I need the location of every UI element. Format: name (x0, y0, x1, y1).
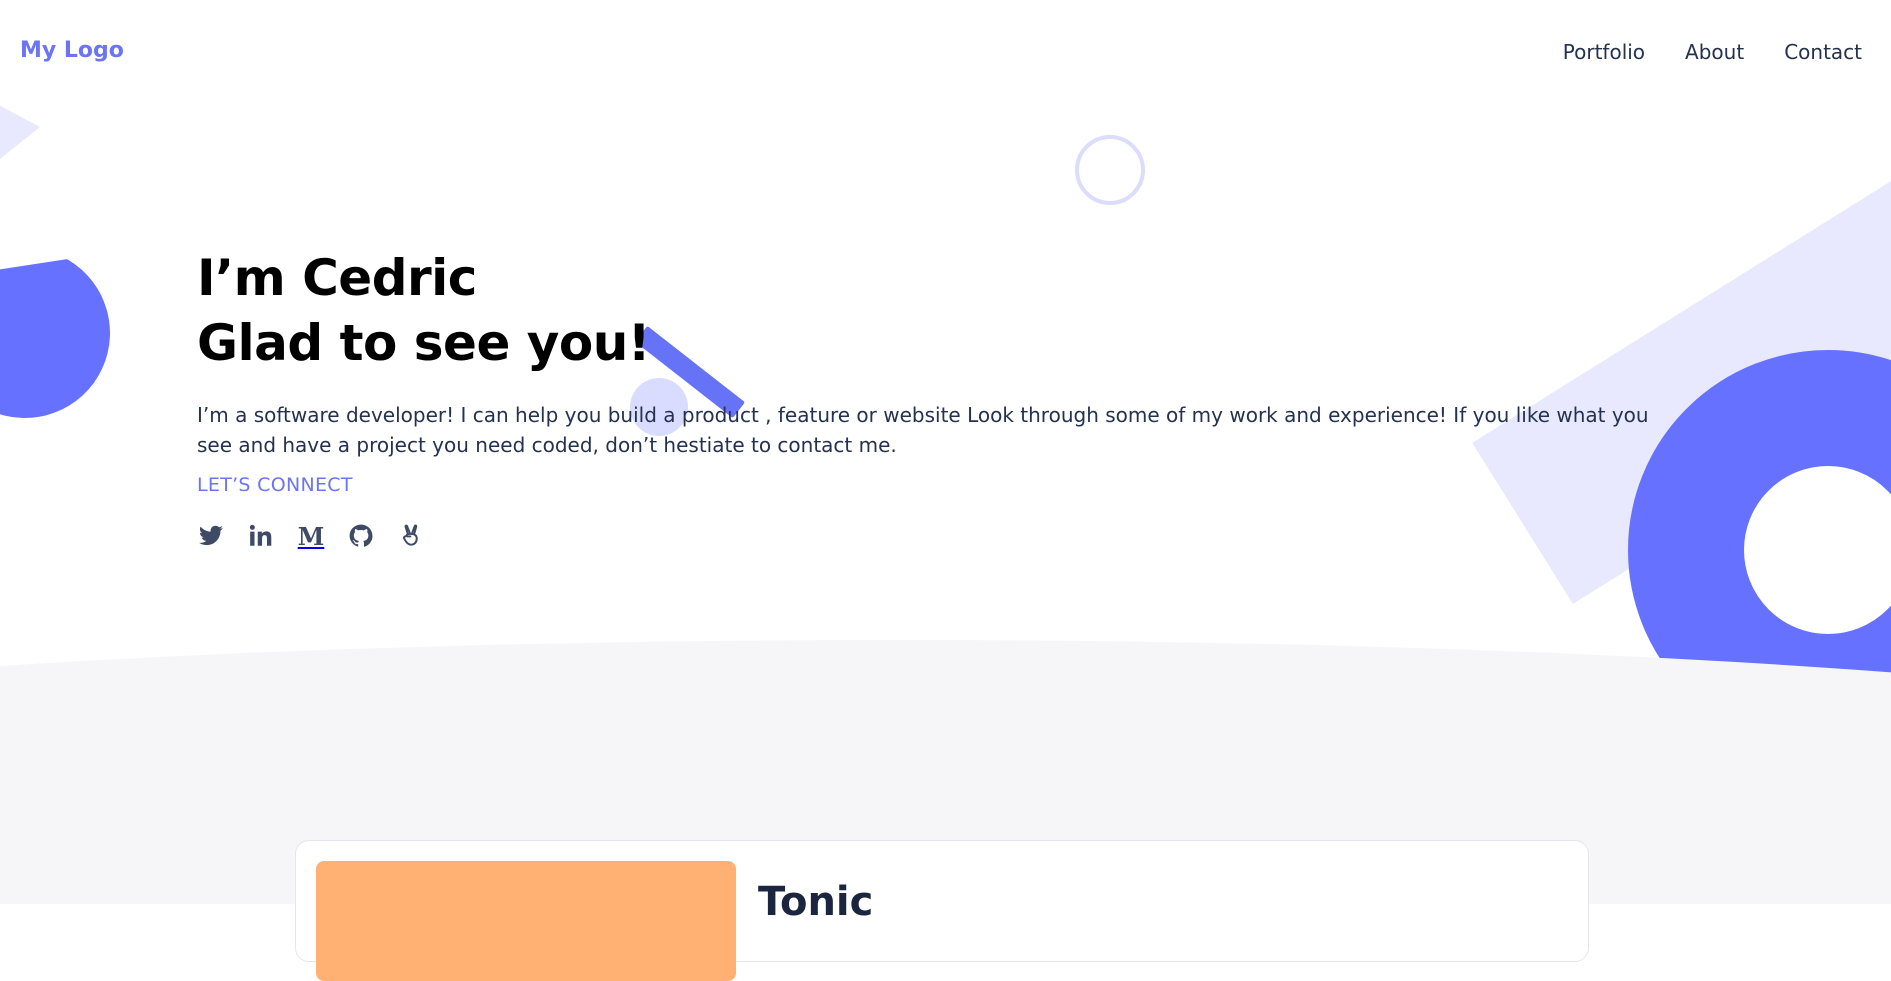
nav-portfolio[interactable]: Portfolio (1563, 40, 1645, 64)
project-card[interactable]: Tonic (295, 840, 1589, 981)
decorative-small-ring (1075, 135, 1145, 205)
headline-line-1: I’m Cedric (197, 249, 477, 307)
nav-contact[interactable]: Contact (1784, 40, 1862, 64)
top-navbar: My Logo Portfolio About Contact (0, 0, 1891, 106)
hero-intro: I’m a software developer! I can help you… (197, 403, 1649, 457)
section-curve (0, 640, 1891, 696)
linkedin-icon[interactable] (247, 522, 275, 550)
medium-glyph: M (297, 521, 325, 551)
project-thumbnail (316, 861, 736, 981)
hero-headline: I’m Cedric Glad to see you! (197, 246, 1687, 376)
social-links: M (197, 521, 1687, 551)
decorative-half-circle (0, 224, 134, 442)
github-icon[interactable] (347, 522, 375, 550)
medium-icon[interactable]: M (297, 521, 325, 551)
decorative-triangle (0, 95, 40, 175)
nav-about[interactable]: About (1685, 40, 1744, 64)
twitter-icon[interactable] (197, 522, 225, 550)
site-logo[interactable]: My Logo (20, 38, 124, 63)
headline-line-2: Glad to see you! (197, 314, 651, 372)
project-title: Tonic (758, 879, 874, 925)
nav-links: Portfolio About Contact (1563, 40, 1862, 64)
hero-content: I’m Cedric Glad to see you! I’m a softwa… (197, 246, 1687, 551)
lets-connect-link[interactable]: LET’S CONNECT (197, 474, 353, 496)
angellist-icon[interactable] (397, 522, 425, 550)
